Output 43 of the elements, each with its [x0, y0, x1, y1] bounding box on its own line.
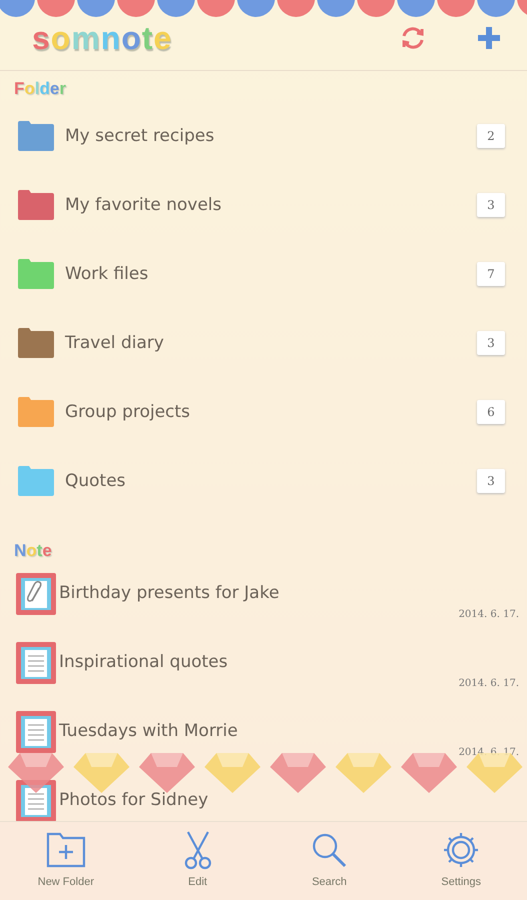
folder-icon[interactable]: [18, 258, 54, 289]
app-logo: somnote: [32, 20, 172, 56]
note-count: 3: [477, 468, 505, 492]
note-count: 2: [477, 124, 505, 148]
note-count: 7: [477, 262, 505, 286]
list-note-icon[interactable]: [16, 642, 56, 684]
folder-name[interactable]: My favorite novels: [65, 194, 477, 214]
folder-icon[interactable]: [18, 465, 54, 496]
folder-name[interactable]: Travel diary: [65, 332, 477, 352]
tab-bar-item[interactable]: Search: [264, 822, 396, 900]
gem-icon: [401, 753, 457, 793]
note-date: 2014. 6. 17.: [458, 747, 519, 758]
note-title[interactable]: Tuesdays with Morrie: [59, 719, 519, 743]
gem-icon: [204, 753, 260, 793]
folder-name[interactable]: Group projects: [65, 402, 477, 422]
add-icon[interactable]: [477, 26, 501, 50]
tab-bar-item[interactable]: Settings: [395, 822, 527, 900]
tab-bar-item[interactable]: Edit: [132, 822, 264, 900]
note-count: 3: [477, 192, 505, 216]
note-date: 2014. 6. 17.: [458, 609, 519, 620]
gem-icon: [270, 753, 326, 793]
folder-icon[interactable]: [18, 396, 54, 427]
note-title[interactable]: Birthday presents for Jake: [59, 581, 519, 605]
note-count: 3: [477, 330, 505, 354]
list-note-icon[interactable]: [16, 711, 56, 753]
gem-icon: [74, 753, 130, 793]
folder-icon[interactable]: [18, 327, 54, 358]
section-heading: Note: [14, 541, 52, 561]
note-count: 6: [477, 400, 505, 424]
tab-bar-item[interactable]: New Folder: [0, 822, 132, 900]
folder-icon[interactable]: [18, 120, 54, 151]
folder-name[interactable]: My secret recipes: [65, 126, 477, 146]
section-heading: Folder: [14, 79, 66, 99]
folder-icon[interactable]: [18, 189, 54, 220]
note-date: 2014. 6. 17.: [458, 678, 519, 689]
note-title[interactable]: Photos for Sidney: [59, 788, 519, 812]
gem-icon: [8, 753, 64, 793]
note-title[interactable]: Inspirational quotes: [59, 650, 519, 674]
gem-icon: [139, 753, 195, 793]
paperclip-note-icon[interactable]: [16, 573, 56, 615]
gem-icon: [336, 753, 392, 793]
folder-name[interactable]: Quotes: [65, 470, 477, 490]
folder-name[interactable]: Work files: [65, 264, 477, 284]
